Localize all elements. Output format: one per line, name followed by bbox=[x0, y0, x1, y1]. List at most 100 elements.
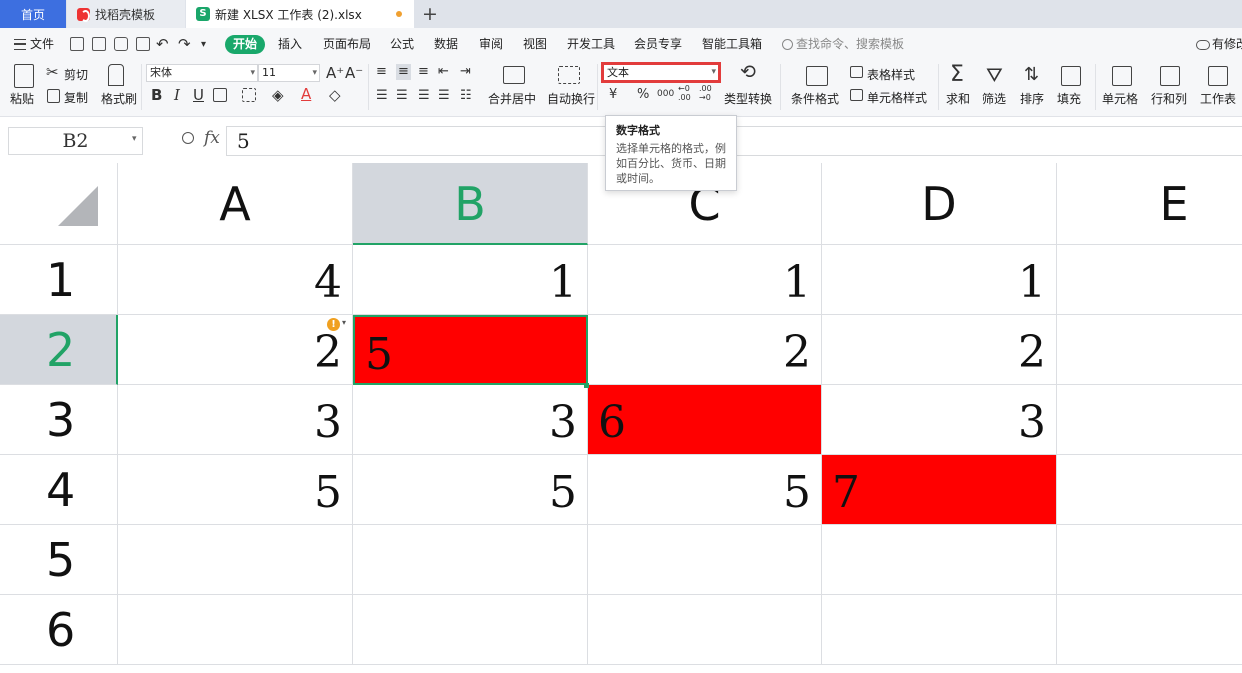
menu-view[interactable]: 视图 bbox=[523, 28, 547, 60]
bold-icon[interactable]: B bbox=[151, 87, 162, 103]
borders-icon[interactable] bbox=[213, 88, 227, 102]
cell-c6[interactable] bbox=[588, 595, 822, 665]
tab-daoke-templates[interactable]: 找稻壳模板 bbox=[67, 0, 185, 28]
cell-e5[interactable] bbox=[1057, 525, 1242, 595]
command-search[interactable]: 查找命令、搜索模板 bbox=[782, 28, 904, 60]
changes-indicator[interactable]: 有修改 bbox=[1196, 28, 1242, 60]
percent-icon[interactable]: % bbox=[637, 87, 649, 103]
select-all-icon[interactable] bbox=[58, 186, 98, 226]
conditional-format-button[interactable]: 条件格式 bbox=[791, 90, 839, 107]
cell-style-button[interactable]: 单元格样式 bbox=[867, 89, 927, 106]
tab-home[interactable]: 首页 bbox=[0, 0, 66, 28]
cell-b3[interactable]: 3 bbox=[353, 385, 588, 455]
rows-cols-icon[interactable] bbox=[1160, 66, 1180, 86]
cell-icon[interactable] bbox=[1112, 66, 1132, 86]
insert-function-button[interactable]: fx bbox=[204, 128, 220, 148]
print-preview-icon[interactable] bbox=[136, 37, 150, 51]
cell-d5[interactable] bbox=[822, 525, 1057, 595]
warning-dropdown-icon[interactable]: ▾ bbox=[342, 318, 346, 327]
cell-a2[interactable]: 2 bbox=[118, 315, 353, 385]
filter-button[interactable]: 筛选 bbox=[982, 90, 1006, 107]
sort-button[interactable]: 排序 bbox=[1020, 90, 1044, 107]
column-header-b[interactable]: B bbox=[353, 163, 588, 245]
quick-access-more-icon[interactable]: ▾ bbox=[201, 37, 206, 53]
cell-d6[interactable] bbox=[822, 595, 1057, 665]
distribute-icon[interactable]: ☷ bbox=[460, 88, 472, 104]
menu-start[interactable]: 开始 bbox=[225, 35, 265, 54]
cell-fill-style-icon[interactable] bbox=[242, 88, 256, 102]
cell-b5[interactable] bbox=[353, 525, 588, 595]
font-size-select[interactable]: 11 bbox=[258, 64, 320, 82]
worksheet-button[interactable]: 工作表 bbox=[1200, 90, 1236, 107]
save-icon[interactable] bbox=[70, 37, 84, 51]
cut-button[interactable]: 剪切 bbox=[64, 66, 88, 83]
sum-button[interactable]: 求和 bbox=[946, 90, 970, 107]
menu-insert[interactable]: 插入 bbox=[278, 28, 302, 60]
cell-button[interactable]: 单元格 bbox=[1102, 90, 1138, 107]
align-middle-icon[interactable]: ≡ bbox=[396, 64, 411, 80]
menu-member[interactable]: 会员专享 bbox=[634, 28, 682, 60]
menu-review[interactable]: 审阅 bbox=[479, 28, 503, 60]
number-format-select[interactable]: 文本 bbox=[601, 62, 721, 83]
cell-c5[interactable] bbox=[588, 525, 822, 595]
cell-d3[interactable]: 3 bbox=[822, 385, 1057, 455]
cell-e2[interactable] bbox=[1057, 315, 1242, 385]
row-header-3[interactable]: 3 bbox=[0, 385, 118, 455]
table-style-icon[interactable] bbox=[850, 66, 863, 78]
increase-font-icon[interactable]: A⁺ bbox=[326, 65, 344, 81]
font-name-select[interactable]: 宋体 bbox=[146, 64, 258, 82]
row-header-1[interactable]: 1 bbox=[0, 245, 118, 315]
format-painter-button[interactable]: 格式刷 bbox=[101, 90, 137, 107]
cell-a4[interactable]: 5 bbox=[118, 455, 353, 525]
sort-icon[interactable]: ⇅ bbox=[1024, 64, 1039, 86]
fill-handle[interactable] bbox=[584, 383, 589, 388]
cell-e4[interactable] bbox=[1057, 455, 1242, 525]
sum-icon[interactable]: Σ bbox=[950, 64, 964, 86]
column-header-d[interactable]: D bbox=[822, 163, 1057, 245]
copy-button[interactable]: 复制 bbox=[64, 89, 88, 106]
row-header-4[interactable]: 4 bbox=[0, 455, 118, 525]
scissors-icon[interactable]: ✂ bbox=[46, 64, 59, 80]
cell-d4[interactable]: 7 bbox=[822, 455, 1057, 525]
align-right-icon[interactable]: ☰ bbox=[418, 88, 430, 104]
clear-format-icon[interactable]: ◇ bbox=[329, 87, 341, 103]
decrease-font-icon[interactable]: A⁻ bbox=[345, 65, 363, 81]
italic-icon[interactable]: I bbox=[174, 87, 180, 103]
menu-file[interactable]: 文件 bbox=[14, 28, 54, 60]
cell-c3[interactable]: 6 bbox=[588, 385, 822, 455]
tab-document[interactable]: S 新建 XLSX 工作表 (2).xlsx bbox=[186, 0, 414, 28]
cell-c2[interactable]: 2 bbox=[588, 315, 822, 385]
align-left-icon[interactable]: ☰ bbox=[376, 88, 388, 104]
wrap-text-button[interactable]: 自动换行 bbox=[547, 90, 595, 107]
align-center-icon[interactable]: ☰ bbox=[396, 88, 408, 104]
fill-color-icon[interactable]: ◈ bbox=[272, 87, 284, 103]
menu-smart-toolbox[interactable]: 智能工具箱 bbox=[702, 28, 762, 60]
add-tab-button[interactable]: + bbox=[420, 3, 440, 25]
type-convert-button[interactable]: 类型转换 bbox=[724, 90, 772, 107]
font-color-icon[interactable]: A bbox=[301, 86, 311, 102]
cell-d2[interactable]: 2 bbox=[822, 315, 1057, 385]
export-pdf-icon[interactable] bbox=[92, 37, 106, 51]
align-top-icon[interactable]: ≡ bbox=[376, 64, 387, 80]
wrap-text-icon[interactable] bbox=[558, 66, 580, 84]
cell-b6[interactable] bbox=[353, 595, 588, 665]
warning-icon[interactable]: ! bbox=[327, 318, 340, 331]
cell-d1[interactable]: 1 bbox=[822, 245, 1057, 315]
cell-c1[interactable]: 1 bbox=[588, 245, 822, 315]
cell-b4[interactable]: 5 bbox=[353, 455, 588, 525]
undo-icon[interactable]: ↶ bbox=[156, 36, 169, 52]
cell-e3[interactable] bbox=[1057, 385, 1242, 455]
cell-b1[interactable]: 1 bbox=[353, 245, 588, 315]
fill-button[interactable]: 填充 bbox=[1057, 90, 1081, 107]
row-header-2[interactable]: 2 bbox=[0, 315, 118, 385]
type-convert-icon[interactable]: ⟲ bbox=[740, 63, 756, 82]
cell-a5[interactable] bbox=[118, 525, 353, 595]
menu-data[interactable]: 数据 bbox=[434, 28, 458, 60]
format-painter-icon[interactable] bbox=[108, 64, 124, 86]
worksheet-icon[interactable] bbox=[1208, 66, 1228, 86]
increase-decimal-icon[interactable]: ←0 .00 bbox=[678, 84, 698, 102]
decrease-indent-icon[interactable]: ⇤ bbox=[438, 64, 449, 80]
rows-cols-button[interactable]: 行和列 bbox=[1151, 90, 1187, 107]
table-style-button[interactable]: 表格样式 bbox=[867, 66, 915, 83]
name-box[interactable]: B2 bbox=[8, 127, 143, 155]
